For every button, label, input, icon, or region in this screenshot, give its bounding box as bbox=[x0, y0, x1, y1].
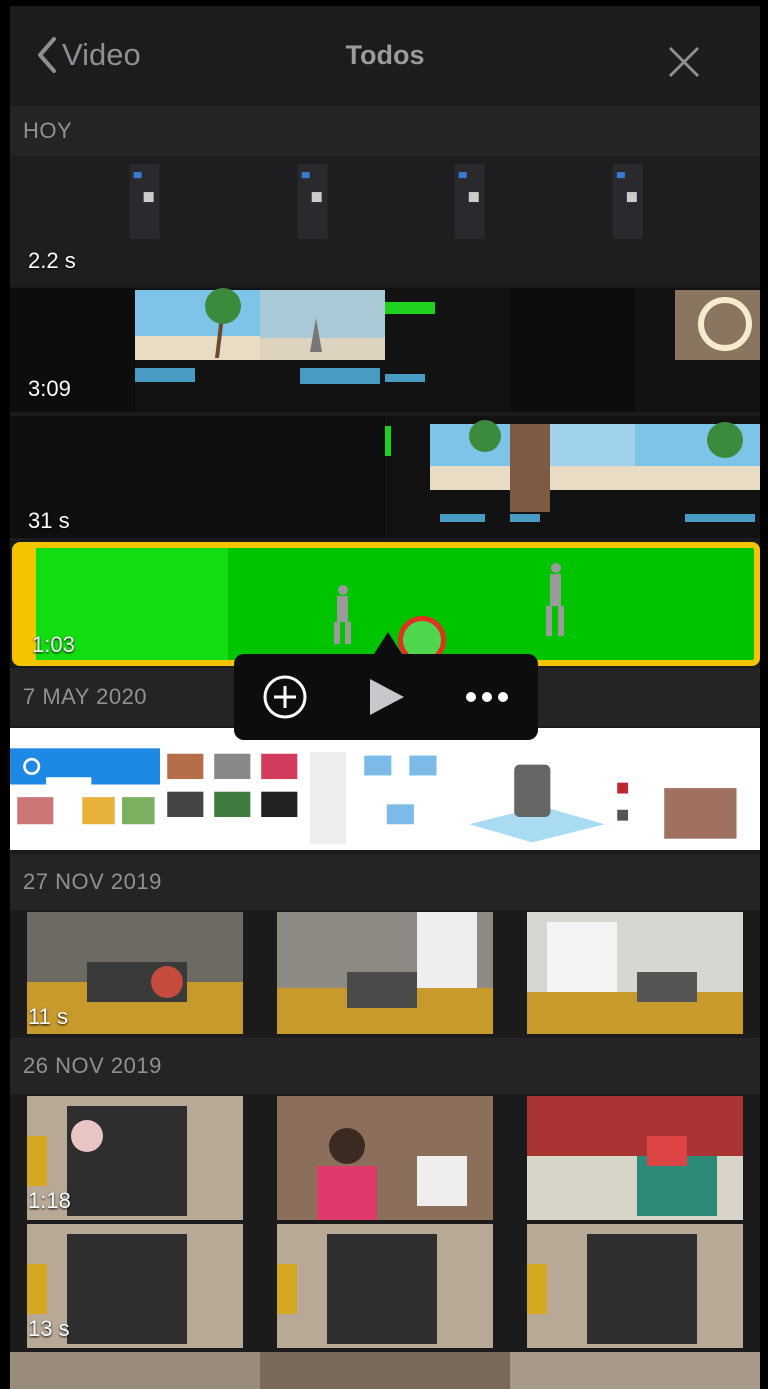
video-frame bbox=[10, 1352, 260, 1389]
video-frame bbox=[510, 416, 635, 538]
video-frame bbox=[160, 728, 310, 850]
clip-duration: 3:09 bbox=[28, 376, 71, 401]
section-header: 26 NOV 2019 bbox=[10, 1038, 760, 1094]
video-frame bbox=[510, 1352, 760, 1389]
clip-thumbnail-strip[interactable] bbox=[10, 1352, 760, 1389]
more-options-button[interactable] bbox=[457, 667, 517, 727]
video-frame bbox=[310, 728, 460, 850]
video-frame bbox=[10, 728, 160, 850]
clip-duration: 11 s bbox=[28, 1004, 68, 1029]
clip-duration: 1:03 bbox=[32, 632, 75, 657]
clip-thumbnail-strip[interactable] bbox=[10, 728, 760, 850]
clip-thumbnail-strip[interactable]: 13 s bbox=[10, 1224, 760, 1348]
video-frame bbox=[385, 156, 573, 284]
ellipsis-icon bbox=[466, 692, 509, 702]
clip-thumbnail-strip[interactable]: 1:18 bbox=[10, 1096, 760, 1220]
video-frame bbox=[260, 1096, 510, 1220]
video-frame bbox=[635, 416, 760, 538]
video-frame bbox=[635, 288, 760, 412]
page-title: Todos bbox=[345, 40, 425, 70]
video-frame bbox=[385, 416, 510, 538]
video-frame bbox=[510, 288, 635, 412]
clip-thumbnail-strip[interactable]: 3:09 bbox=[10, 288, 760, 412]
play-clip-button[interactable] bbox=[356, 667, 416, 727]
clip-duration: 31 s bbox=[28, 508, 70, 533]
video-frame bbox=[510, 912, 760, 1034]
video-frame bbox=[198, 156, 386, 284]
video-frame bbox=[573, 156, 761, 284]
clip-duration: 13 s bbox=[28, 1316, 70, 1341]
video-frame bbox=[510, 1096, 760, 1220]
clip-thumbnail-strip[interactable]: 31 s bbox=[10, 416, 760, 538]
close-icon[interactable] bbox=[664, 42, 704, 82]
video-frame bbox=[460, 728, 610, 850]
clip-action-popup bbox=[234, 632, 538, 740]
video-frame bbox=[260, 288, 385, 412]
video-frame bbox=[260, 912, 510, 1034]
video-picker-screen: Video Todos HOY 2.2 s 3:09 31 s 1:03 7 M… bbox=[10, 6, 760, 1389]
section-header: HOY bbox=[10, 106, 760, 156]
clip-duration: 2.2 s bbox=[28, 248, 76, 273]
section-header: 27 NOV 2019 bbox=[10, 854, 760, 910]
video-frame bbox=[135, 288, 260, 412]
clip-thumbnail-strip[interactable]: 2.2 s bbox=[10, 156, 760, 284]
video-frame bbox=[260, 1224, 510, 1348]
navigation-bar: Video Todos bbox=[10, 6, 760, 104]
plus-circle-icon bbox=[263, 675, 307, 719]
video-frame bbox=[260, 1352, 510, 1389]
video-frame bbox=[260, 416, 385, 538]
video-frame bbox=[510, 1224, 760, 1348]
clip-thumbnail-strip[interactable]: 11 s bbox=[10, 912, 760, 1034]
play-icon bbox=[369, 679, 404, 715]
video-frame bbox=[385, 288, 510, 412]
video-frame bbox=[610, 728, 760, 850]
video-frame bbox=[135, 416, 260, 538]
add-clip-button[interactable] bbox=[255, 667, 315, 727]
clip-duration: 1:18 bbox=[28, 1188, 71, 1213]
